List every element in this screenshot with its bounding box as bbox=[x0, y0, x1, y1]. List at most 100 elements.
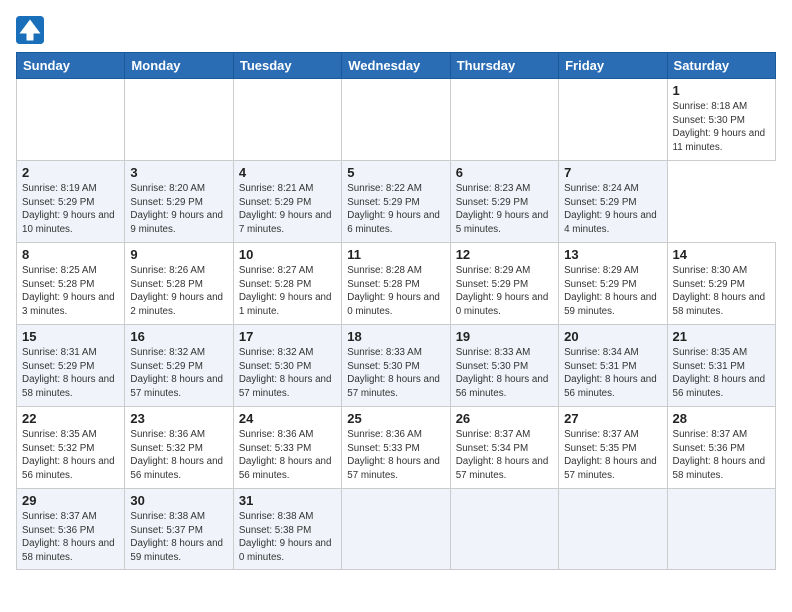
day-cell-16: 16 Sunrise: 8:32 AMSunset: 5:29 PMDayligh… bbox=[125, 325, 233, 407]
day-number-19: 19 bbox=[456, 329, 553, 344]
calendar-header-row: SundayMondayTuesdayWednesdayThursdayFrid… bbox=[17, 53, 776, 79]
day-number-3: 3 bbox=[130, 165, 227, 180]
day-number-30: 30 bbox=[130, 493, 227, 508]
logo-icon bbox=[16, 16, 44, 44]
day-info-11: Sunrise: 8:28 AMSunset: 5:28 PMDaylight:… bbox=[347, 264, 444, 319]
day-number-11: 11 bbox=[347, 247, 444, 262]
day-cell-21: 21 Sunrise: 8:35 AMSunset: 5:31 PMDayligh… bbox=[667, 325, 775, 407]
empty-cell bbox=[342, 79, 450, 161]
day-info-15: Sunrise: 8:31 AMSunset: 5:29 PMDaylight:… bbox=[22, 346, 119, 401]
day-cell-26: 26 Sunrise: 8:37 AMSunset: 5:34 PMDayligh… bbox=[450, 407, 558, 489]
day-info-13: Sunrise: 8:29 AMSunset: 5:29 PMDaylight:… bbox=[564, 264, 661, 319]
day-cell-3: 3 Sunrise: 8:20 AMSunset: 5:29 PMDaylight… bbox=[125, 161, 233, 243]
day-info-1: Sunrise: 8:18 AMSunset: 5:30 PMDaylight:… bbox=[673, 100, 770, 155]
day-info-26: Sunrise: 8:37 AMSunset: 5:34 PMDaylight:… bbox=[456, 428, 553, 483]
day-info-3: Sunrise: 8:20 AMSunset: 5:29 PMDaylight:… bbox=[130, 182, 227, 237]
day-number-6: 6 bbox=[456, 165, 553, 180]
calendar-week-1: 2Sunrise: 8:19 AMSunset: 5:29 PMDaylight… bbox=[17, 161, 776, 243]
day-info-6: Sunrise: 8:23 AMSunset: 5:29 PMDaylight:… bbox=[456, 182, 553, 237]
day-number-23: 23 bbox=[130, 411, 227, 426]
day-info-29: Sunrise: 8:37 AMSunset: 5:36 PMDaylight:… bbox=[22, 510, 119, 565]
day-number-27: 27 bbox=[564, 411, 661, 426]
calendar-week-3: 15 Sunrise: 8:31 AMSunset: 5:29 PMDayligh… bbox=[17, 325, 776, 407]
day-number-15: 15 bbox=[22, 329, 119, 344]
day-number-10: 10 bbox=[239, 247, 336, 262]
day-cell-25: 25Sunrise: 8:36 AMSunset: 5:33 PMDayligh… bbox=[342, 407, 450, 489]
day-info-18: Sunrise: 8:33 AMSunset: 5:30 PMDaylight:… bbox=[347, 346, 444, 401]
day-cell-22: 22Sunrise: 8:35 AMSunset: 5:32 PMDayligh… bbox=[17, 407, 125, 489]
day-info-31: Sunrise: 8:38 AMSunset: 5:38 PMDaylight:… bbox=[239, 510, 336, 565]
day-number-2: 2 bbox=[22, 165, 119, 180]
day-info-21: Sunrise: 8:35 AMSunset: 5:31 PMDaylight:… bbox=[673, 346, 770, 401]
day-number-21: 21 bbox=[673, 329, 770, 344]
day-cell-12: 12Sunrise: 8:29 AMSunset: 5:29 PMDayligh… bbox=[450, 243, 558, 325]
day-number-16: 16 bbox=[130, 329, 227, 344]
day-cell-23: 23Sunrise: 8:36 AMSunset: 5:32 PMDayligh… bbox=[125, 407, 233, 489]
calendar-week-4: 22Sunrise: 8:35 AMSunset: 5:32 PMDayligh… bbox=[17, 407, 776, 489]
day-number-20: 20 bbox=[564, 329, 661, 344]
day-number-17: 17 bbox=[239, 329, 336, 344]
day-header-sunday: Sunday bbox=[17, 53, 125, 79]
calendar-week-0: 1 Sunrise: 8:18 AMSunset: 5:30 PMDaylight… bbox=[17, 79, 776, 161]
day-number-9: 9 bbox=[130, 247, 227, 262]
day-info-19: Sunrise: 8:33 AMSunset: 5:30 PMDaylight:… bbox=[456, 346, 553, 401]
empty-cell bbox=[342, 489, 450, 570]
empty-cell bbox=[125, 79, 233, 161]
day-number-26: 26 bbox=[456, 411, 553, 426]
day-cell-14: 14Sunrise: 8:30 AMSunset: 5:29 PMDayligh… bbox=[667, 243, 775, 325]
day-cell-30: 30 Sunrise: 8:38 AMSunset: 5:37 PMDayligh… bbox=[125, 489, 233, 570]
day-info-16: Sunrise: 8:32 AMSunset: 5:29 PMDaylight:… bbox=[130, 346, 227, 401]
day-cell-15: 15 Sunrise: 8:31 AMSunset: 5:29 PMDayligh… bbox=[17, 325, 125, 407]
day-info-9: Sunrise: 8:26 AMSunset: 5:28 PMDaylight:… bbox=[130, 264, 227, 319]
day-cell-28: 28 Sunrise: 8:37 AMSunset: 5:36 PMDayligh… bbox=[667, 407, 775, 489]
day-number-4: 4 bbox=[239, 165, 336, 180]
day-number-25: 25 bbox=[347, 411, 444, 426]
day-header-monday: Monday bbox=[125, 53, 233, 79]
empty-cell bbox=[667, 489, 775, 570]
day-cell-8: 8 Sunrise: 8:25 AMSunset: 5:28 PMDaylight… bbox=[17, 243, 125, 325]
day-number-18: 18 bbox=[347, 329, 444, 344]
day-number-13: 13 bbox=[564, 247, 661, 262]
day-info-20: Sunrise: 8:34 AMSunset: 5:31 PMDaylight:… bbox=[564, 346, 661, 401]
logo bbox=[16, 16, 48, 44]
day-cell-4: 4Sunrise: 8:21 AMSunset: 5:29 PMDaylight… bbox=[233, 161, 341, 243]
day-cell-7: 7Sunrise: 8:24 AMSunset: 5:29 PMDaylight… bbox=[559, 161, 667, 243]
day-cell-6: 6 Sunrise: 8:23 AMSunset: 5:29 PMDaylight… bbox=[450, 161, 558, 243]
day-cell-18: 18 Sunrise: 8:33 AMSunset: 5:30 PMDayligh… bbox=[342, 325, 450, 407]
day-cell-20: 20 Sunrise: 8:34 AMSunset: 5:31 PMDayligh… bbox=[559, 325, 667, 407]
day-number-1: 1 bbox=[673, 83, 770, 98]
day-header-tuesday: Tuesday bbox=[233, 53, 341, 79]
day-cell-17: 17Sunrise: 8:32 AMSunset: 5:30 PMDayligh… bbox=[233, 325, 341, 407]
calendar-table: SundayMondayTuesdayWednesdayThursdayFrid… bbox=[16, 52, 776, 570]
day-header-saturday: Saturday bbox=[667, 53, 775, 79]
day-info-10: Sunrise: 8:27 AMSunset: 5:28 PMDaylight:… bbox=[239, 264, 336, 319]
day-cell-31: 31 Sunrise: 8:38 AMSunset: 5:38 PMDayligh… bbox=[233, 489, 341, 570]
day-cell-2: 2Sunrise: 8:19 AMSunset: 5:29 PMDaylight… bbox=[17, 161, 125, 243]
day-number-14: 14 bbox=[673, 247, 770, 262]
empty-cell bbox=[559, 489, 667, 570]
day-number-31: 31 bbox=[239, 493, 336, 508]
day-cell-13: 13 Sunrise: 8:29 AMSunset: 5:29 PMDayligh… bbox=[559, 243, 667, 325]
day-info-5: Sunrise: 8:22 AMSunset: 5:29 PMDaylight:… bbox=[347, 182, 444, 237]
empty-cell bbox=[559, 79, 667, 161]
day-info-27: Sunrise: 8:37 AMSunset: 5:35 PMDaylight:… bbox=[564, 428, 661, 483]
day-number-22: 22 bbox=[22, 411, 119, 426]
empty-cell bbox=[17, 79, 125, 161]
day-info-28: Sunrise: 8:37 AMSunset: 5:36 PMDaylight:… bbox=[673, 428, 770, 483]
day-info-8: Sunrise: 8:25 AMSunset: 5:28 PMDaylight:… bbox=[22, 264, 119, 319]
day-cell-24: 24 Sunrise: 8:36 AMSunset: 5:33 PMDayligh… bbox=[233, 407, 341, 489]
day-cell-9: 9 Sunrise: 8:26 AMSunset: 5:28 PMDaylight… bbox=[125, 243, 233, 325]
day-number-24: 24 bbox=[239, 411, 336, 426]
day-number-28: 28 bbox=[673, 411, 770, 426]
day-cell-11: 11 Sunrise: 8:28 AMSunset: 5:28 PMDayligh… bbox=[342, 243, 450, 325]
calendar-body: 1 Sunrise: 8:18 AMSunset: 5:30 PMDaylight… bbox=[17, 79, 776, 570]
day-header-friday: Friday bbox=[559, 53, 667, 79]
header bbox=[16, 16, 776, 44]
day-number-8: 8 bbox=[22, 247, 119, 262]
day-number-12: 12 bbox=[456, 247, 553, 262]
day-info-24: Sunrise: 8:36 AMSunset: 5:33 PMDaylight:… bbox=[239, 428, 336, 483]
calendar-container: SundayMondayTuesdayWednesdayThursdayFrid… bbox=[0, 0, 792, 612]
day-cell-5: 5Sunrise: 8:22 AMSunset: 5:29 PMDaylight… bbox=[342, 161, 450, 243]
day-info-30: Sunrise: 8:38 AMSunset: 5:37 PMDaylight:… bbox=[130, 510, 227, 565]
calendar-week-5: 29Sunrise: 8:37 AMSunset: 5:36 PMDayligh… bbox=[17, 489, 776, 570]
